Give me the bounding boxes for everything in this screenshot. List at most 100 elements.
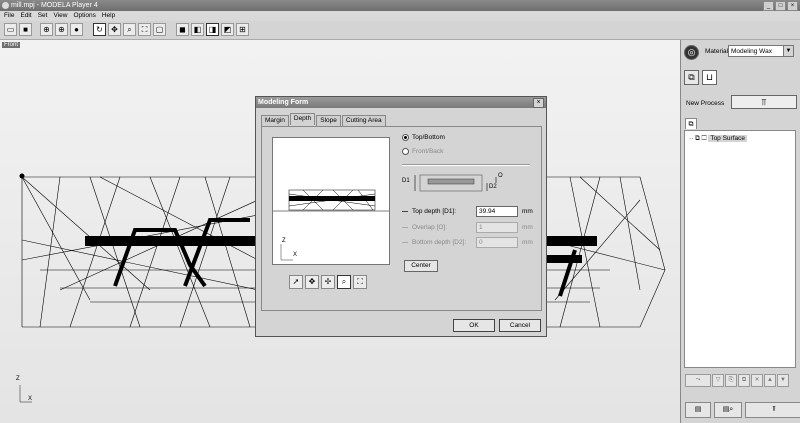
filter-icon[interactable]: ▽ (712, 374, 724, 387)
bottom-depth-input[interactable]: 0 (476, 237, 518, 248)
rotate-icon[interactable]: ↻ (93, 23, 106, 36)
axis-z-label: Z (16, 376, 20, 382)
radio-front-back[interactable]: Front/Back (402, 148, 443, 155)
preview-icon[interactable]: ▤ (685, 402, 711, 418)
copy-icon[interactable]: ⎘ (725, 374, 737, 387)
overlap-input[interactable]: 1 (476, 222, 518, 233)
wireframe-icon[interactable]: ◧ (191, 23, 204, 36)
radio-top-bottom[interactable]: Top/Bottom (402, 134, 445, 141)
pointer-icon[interactable]: ➚ (289, 275, 303, 289)
minimize-button[interactable]: _ (763, 1, 774, 11)
bottom-depth-label: Bottom depth [D2]: (412, 239, 467, 246)
diagram-d2-label: D2 (489, 184, 497, 190)
bottom-depth-marker (402, 242, 408, 243)
overlap-unit: mm (522, 224, 533, 231)
box-icon[interactable]: ▢ (153, 23, 166, 36)
menu-edit[interactable]: Edit (20, 11, 31, 21)
pan-icon[interactable]: ✥ (108, 23, 121, 36)
tab-depth[interactable]: Depth (289, 113, 316, 125)
preview-tools: ➚ ✥ ✢ ⌕ ⛶ (289, 275, 367, 289)
bottom-depth-field: Bottom depth [D2]: 0 mm (402, 237, 533, 248)
delete-icon[interactable]: ✕ (751, 374, 763, 387)
fit-icon[interactable]: ⛶ (138, 23, 151, 36)
process-tab-icon[interactable]: ⧉ (685, 118, 697, 129)
view-side-icon[interactable]: ◨ (206, 23, 219, 36)
open-icon[interactable]: ▭ (4, 23, 17, 36)
menu-set[interactable]: Set (38, 11, 48, 21)
move-down-icon[interactable]: ▼ (777, 374, 789, 387)
preview-model (273, 189, 389, 261)
view-front-icon[interactable]: ⊕ (40, 23, 53, 36)
menu-file[interactable]: File (4, 11, 14, 21)
radio-front-back-label: Front/Back (412, 148, 444, 155)
new-process-button[interactable]: ⫪ (731, 95, 797, 109)
process-tree[interactable]: ·· ⧉ ☐ Top Surface (684, 130, 796, 368)
pan-icon[interactable]: ✢ (321, 275, 335, 289)
window-controls: _ □ × (763, 1, 798, 11)
tree-branch-icon: ·· ⧉ ☐ (689, 135, 709, 142)
solid-icon[interactable]: ◼ (176, 23, 189, 36)
window-titlebar: mill.mpj - MODELA Player 4 _ □ × (0, 0, 800, 11)
top-depth-unit: mm (522, 208, 533, 215)
shade-icon[interactable]: ● (70, 23, 83, 36)
depth-diagram-graphic (414, 174, 497, 192)
radio-dot-selected (402, 134, 409, 141)
depth-tab-panel: Z X ➚ ✥ ✢ ⌕ ⛶ Top/Bottom Front/Back D1 D… (261, 126, 542, 311)
cancel-button[interactable]: Cancel (499, 319, 541, 332)
view-iso-icon[interactable]: ◩ (221, 23, 234, 36)
bottom-depth-unit: mm (522, 239, 533, 246)
chevron-down-icon[interactable]: ▼ (783, 46, 793, 56)
top-depth-label: Top depth [D1]: (412, 208, 457, 215)
menu-options[interactable]: Options (73, 11, 95, 21)
fit-icon[interactable]: ⛶ (353, 275, 367, 289)
tree-item[interactable]: ·· ⧉ ☐ Top Surface (689, 135, 747, 143)
tree-item-label: Top Surface (708, 135, 747, 142)
overlap-label: Overlap [O]: (412, 224, 448, 231)
axis-x-label: X (28, 396, 33, 402)
simulate-icon[interactable]: ▤⌕ (714, 402, 742, 418)
diagram-d1-label: D1 (402, 178, 410, 184)
menu-help[interactable]: Help (102, 11, 115, 21)
modeling-form-dialog: Modeling Form × Margin Depth Slope Cutti… (255, 96, 547, 337)
material-label: Material (705, 48, 729, 55)
zoom-icon[interactable]: ⌕ (123, 23, 136, 36)
close-window-button[interactable]: × (787, 1, 798, 11)
material-select[interactable]: Modeling Wax ▼ (728, 45, 794, 57)
center-button[interactable]: Center (404, 260, 438, 272)
model-form-icon[interactable]: ⊔ (702, 70, 717, 85)
path-icon[interactable]: ⤳ (685, 374, 711, 387)
ok-button[interactable]: OK (453, 319, 495, 332)
process-panel: ◎ Material Modeling Wax ▼ ⧉ ⊔ New Proces… (681, 40, 800, 423)
diagram-o-label: O (498, 173, 503, 179)
move-icon[interactable]: ✥ (305, 275, 319, 289)
overlap-field: Overlap [O]: 1 mm (402, 222, 533, 233)
menu-view[interactable]: View (53, 11, 67, 21)
model-preview[interactable]: Z X (272, 137, 390, 265)
separator (402, 164, 530, 166)
dialog-title: Modeling Form (256, 97, 546, 108)
zoom-icon[interactable]: ⌕ (337, 275, 351, 289)
dialog-close-button[interactable]: × (533, 98, 544, 108)
radio-dot (402, 148, 409, 155)
radio-top-bottom-label: Top/Bottom (412, 134, 445, 141)
app-icon (2, 2, 9, 9)
depth-diagram: D1 D2 O (402, 173, 503, 195)
view-top-icon[interactable]: ⊕ (55, 23, 68, 36)
top-depth-marker (402, 211, 408, 212)
maximize-button[interactable]: □ (775, 1, 786, 11)
grid-icon[interactable]: ⊞ (236, 23, 249, 36)
duplicate-icon[interactable]: ⧉ (738, 374, 750, 387)
tree-toolbar: ⤳ ▽ ⎘ ⧉ ✕ ▲ ▼ (685, 374, 789, 387)
preview-axis-z: Z (282, 238, 286, 244)
preview-axis-x: X (293, 252, 298, 258)
cut-icon[interactable]: ⫪ (745, 402, 800, 418)
save-icon[interactable]: ■ (19, 23, 32, 36)
move-up-icon[interactable]: ▲ (764, 374, 776, 387)
window-title: mill.mpj - MODELA Player 4 (11, 2, 98, 9)
main-toolbar: ▭ ■ ⊕ ⊕ ● ↻ ✥ ⌕ ⛶ ▢ ◼ ◧ ◨ ◩ ⊞ (0, 21, 800, 40)
material-icon[interactable]: ◎ (684, 45, 699, 60)
material-value: Modeling Wax (731, 48, 772, 55)
model-import-icon[interactable]: ⧉ (684, 70, 699, 85)
overlap-marker (402, 227, 408, 228)
top-depth-input[interactable]: 39.94 (476, 206, 518, 217)
